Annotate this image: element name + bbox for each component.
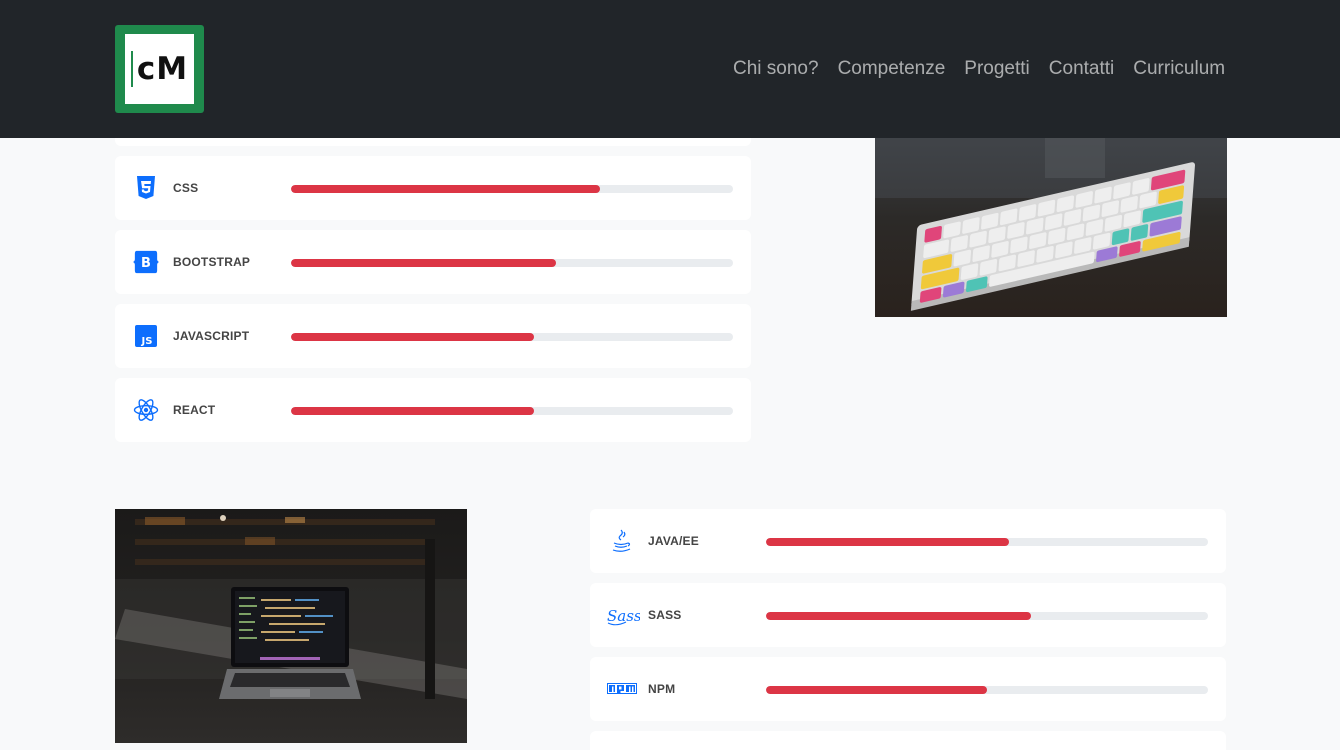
skill-progress-track	[766, 538, 1208, 546]
skill-card-react: REACT	[115, 378, 751, 442]
skill-card-css: CSS	[115, 156, 751, 220]
skill-card-sass: Sass SASS	[590, 583, 1226, 647]
logo-text: cM	[136, 51, 189, 87]
svg-text:JS: JS	[141, 336, 153, 347]
skill-progress-track	[766, 686, 1208, 694]
skill-card-bootstrap: B BOOTSTRAP	[115, 230, 751, 294]
skill-progress-track	[291, 259, 733, 267]
partial-icon	[608, 745, 634, 750]
logo-mark: cM	[125, 34, 194, 104]
javascript-icon: JS	[133, 323, 159, 349]
css3-icon	[133, 175, 159, 201]
skill-label: BOOTSTRAP	[173, 255, 251, 269]
bootstrap-icon: B	[133, 249, 159, 275]
skill-progress-track	[291, 407, 733, 415]
skill-progress-fill	[291, 333, 535, 341]
npm-icon	[607, 676, 637, 702]
skill-progress-track	[291, 185, 733, 193]
skill-progress-fill	[291, 407, 535, 415]
skill-progress-track	[766, 612, 1208, 620]
skill-progress-fill	[766, 686, 987, 694]
skill-label: REACT	[173, 403, 216, 417]
react-icon	[133, 397, 159, 423]
skill-card-npm: NPM	[590, 657, 1226, 721]
navbar: cM Chi sono? Competenze Progetti Contatt…	[0, 0, 1340, 138]
skill-progress-fill	[291, 185, 601, 193]
skill-label: NPM	[648, 682, 676, 696]
laptop-photo	[115, 509, 467, 743]
skill-card-next	[590, 731, 1226, 750]
svg-text:Sass: Sass	[607, 607, 640, 625]
skill-label: JAVASCRIPT	[173, 329, 250, 343]
keyboard-photo	[875, 138, 1227, 317]
skill-label: CSS	[173, 181, 199, 195]
skill-progress-fill	[766, 538, 1010, 546]
brand-logo[interactable]: cM	[115, 25, 204, 113]
nav-link-contatti[interactable]: Contatti	[1049, 57, 1114, 81]
skill-progress-track	[291, 333, 733, 341]
main-nav: Chi sono? Competenze Progetti Contatti C…	[733, 57, 1225, 81]
skill-card-javascript: JS JAVASCRIPT	[115, 304, 751, 368]
nav-link-competenze[interactable]: Competenze	[838, 57, 946, 81]
skill-progress-fill	[766, 612, 1032, 620]
java-icon	[608, 528, 634, 554]
nav-link-chi-sono[interactable]: Chi sono?	[733, 57, 819, 81]
nav-link-progetti[interactable]: Progetti	[964, 57, 1029, 81]
skill-label: JAVA/EE	[648, 534, 699, 548]
nav-link-curriculum[interactable]: Curriculum	[1133, 57, 1225, 81]
sass-icon: Sass	[606, 602, 640, 628]
svg-text:B: B	[141, 256, 151, 271]
skill-card-java: JAVA/EE	[590, 509, 1226, 573]
logo-bar	[130, 51, 133, 87]
skill-progress-fill	[291, 259, 557, 267]
skill-label: SASS	[648, 608, 682, 622]
